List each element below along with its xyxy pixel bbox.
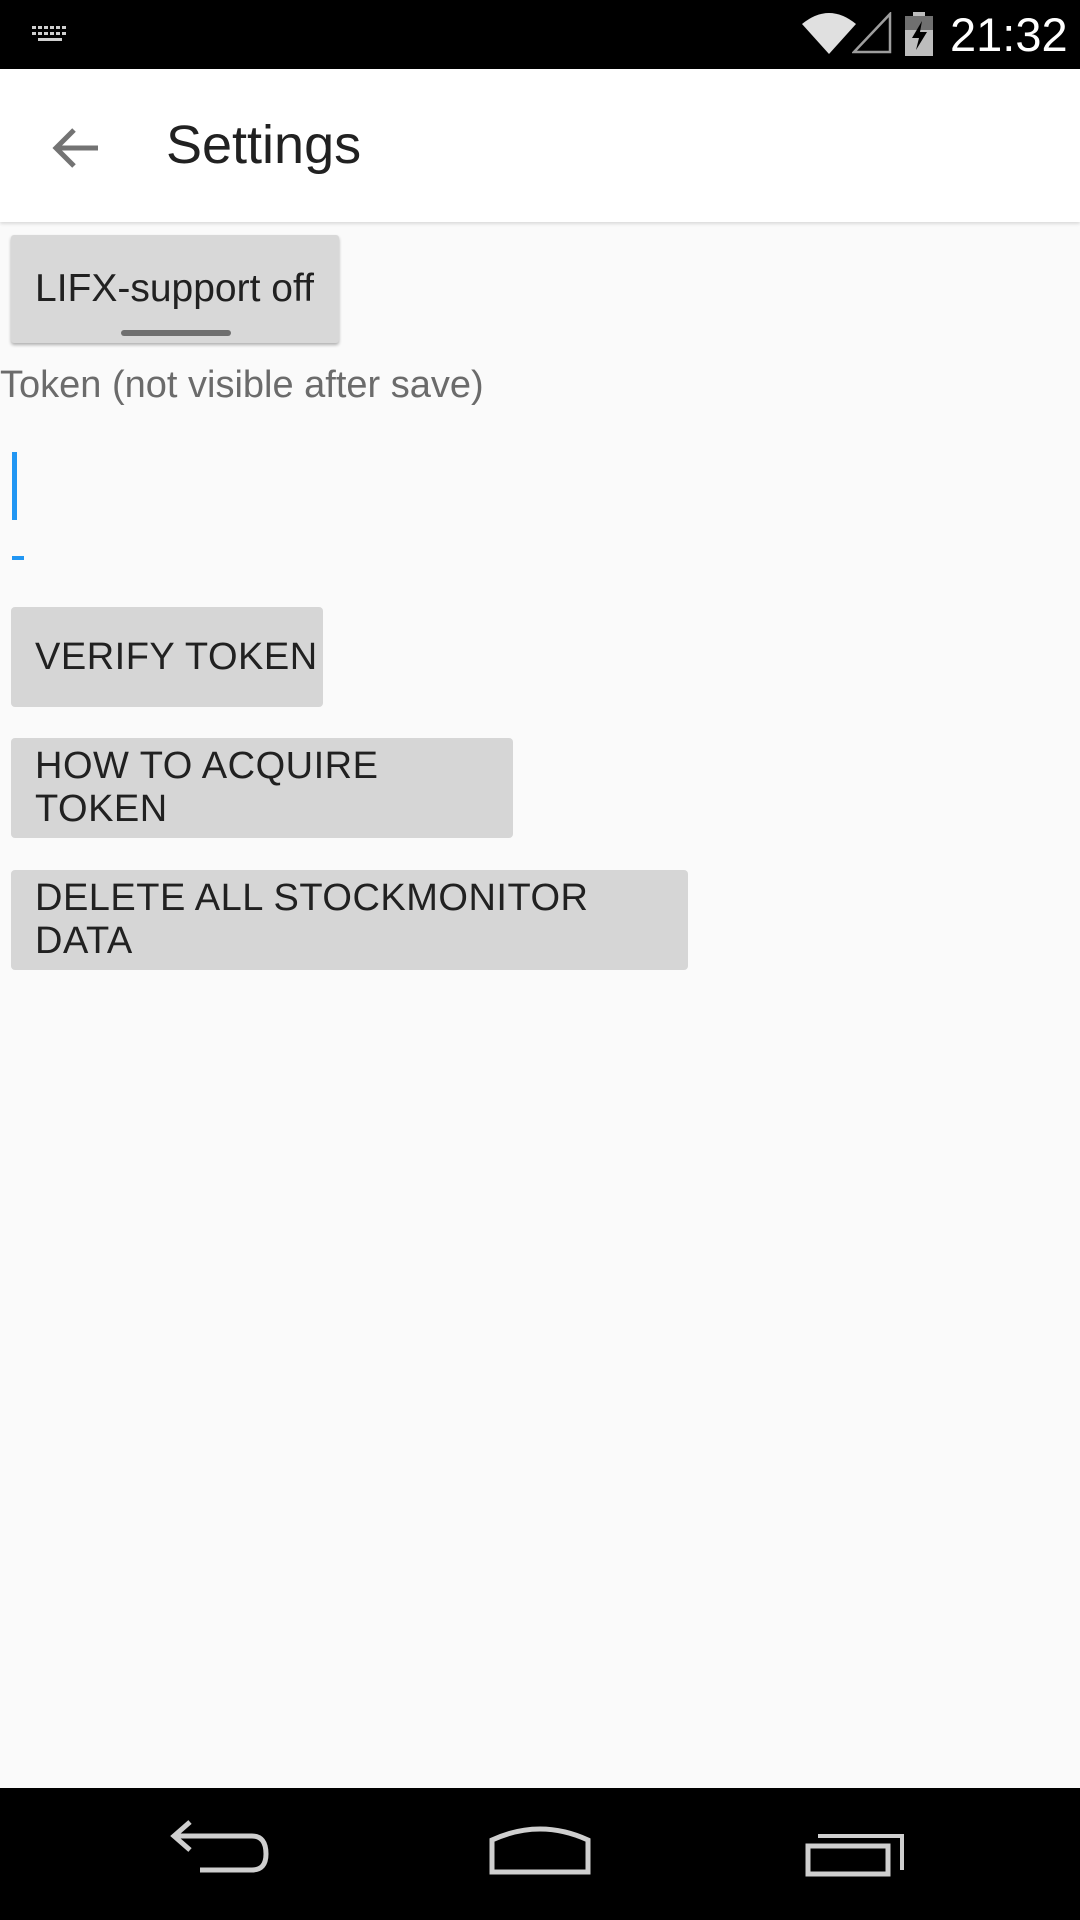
signal-icon bbox=[852, 12, 892, 54]
status-time: 21:32 bbox=[950, 8, 1068, 61]
lifx-support-toggle[interactable]: LIFX-support off bbox=[11, 235, 339, 343]
back-nav-icon bbox=[170, 1820, 269, 1873]
nav-home-button[interactable] bbox=[470, 1808, 610, 1900]
text-cursor bbox=[12, 452, 17, 520]
delete-all-data-button[interactable]: DELETE ALL STOCKMONITOR DATA bbox=[11, 870, 688, 970]
settings-content: LIFX-support off Token (not visible afte… bbox=[0, 222, 1080, 1788]
app-bar: Settings bbox=[0, 69, 1080, 222]
home-nav-icon bbox=[489, 1826, 591, 1875]
back-button[interactable] bbox=[36, 107, 116, 187]
input-underline bbox=[12, 556, 24, 560]
token-input[interactable] bbox=[0, 452, 1080, 582]
how-to-acquire-token-button[interactable]: HOW TO ACQUIRE TOKEN bbox=[11, 738, 513, 838]
arrow-left-icon bbox=[52, 128, 98, 168]
nav-recents-button[interactable] bbox=[790, 1808, 930, 1900]
page-title: Settings bbox=[166, 115, 362, 175]
lifx-support-toggle-label: LIFX-support off bbox=[35, 267, 314, 310]
wifi-icon bbox=[802, 13, 856, 54]
keyboard-icon bbox=[32, 26, 66, 41]
recents-nav-icon bbox=[805, 1834, 904, 1877]
battery-charging-icon bbox=[905, 12, 933, 56]
navigation-bar bbox=[0, 1788, 1080, 1920]
status-bar: 21:32 bbox=[0, 0, 1080, 69]
delete-all-data-label: DELETE ALL STOCKMONITOR DATA bbox=[35, 877, 589, 962]
how-to-acquire-token-label: HOW TO ACQUIRE TOKEN bbox=[35, 745, 379, 830]
verify-token-button[interactable]: VERIFY TOKEN bbox=[11, 607, 323, 707]
toggle-indicator bbox=[121, 330, 231, 336]
token-label: Token (not visible after save) bbox=[0, 364, 484, 406]
verify-token-label: VERIFY TOKEN bbox=[35, 635, 318, 678]
nav-back-button[interactable] bbox=[150, 1808, 290, 1900]
